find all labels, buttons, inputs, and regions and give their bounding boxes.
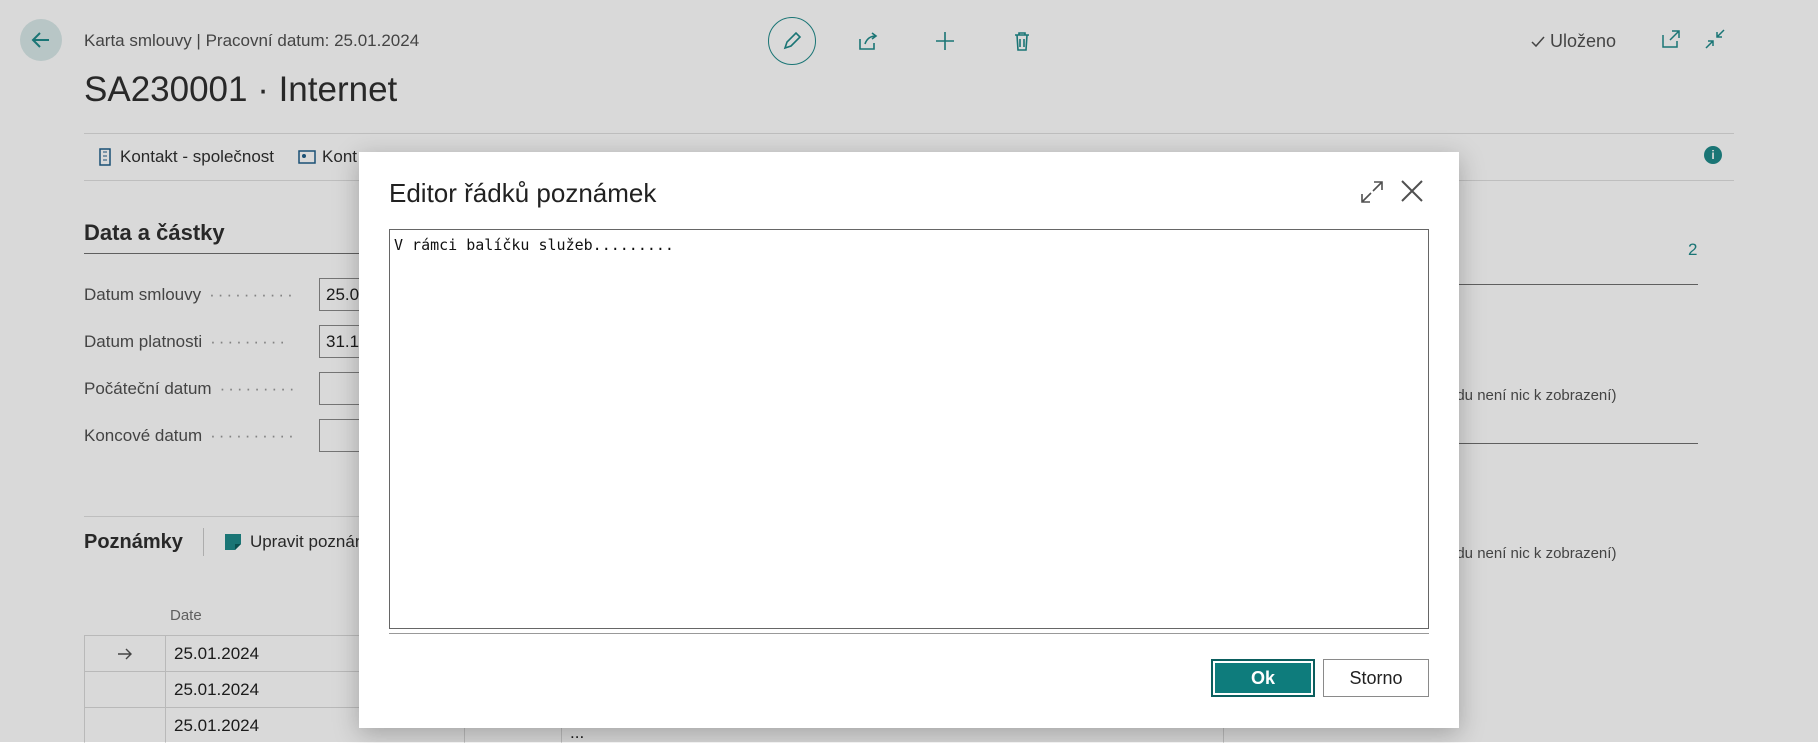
note-editor-dialog: Editor řádků poznámek V rámci balíčku sl… bbox=[359, 152, 1459, 728]
ok-button[interactable]: Ok bbox=[1211, 659, 1315, 697]
dialog-separator bbox=[389, 633, 1429, 634]
close-icon[interactable] bbox=[1397, 176, 1427, 206]
expand-icon[interactable] bbox=[1359, 179, 1385, 205]
dialog-title: Editor řádků poznámek bbox=[389, 178, 657, 208]
cancel-button[interactable]: Storno bbox=[1323, 659, 1429, 697]
note-editor-textarea[interactable]: V rámci balíčku služeb......... bbox=[389, 229, 1429, 629]
